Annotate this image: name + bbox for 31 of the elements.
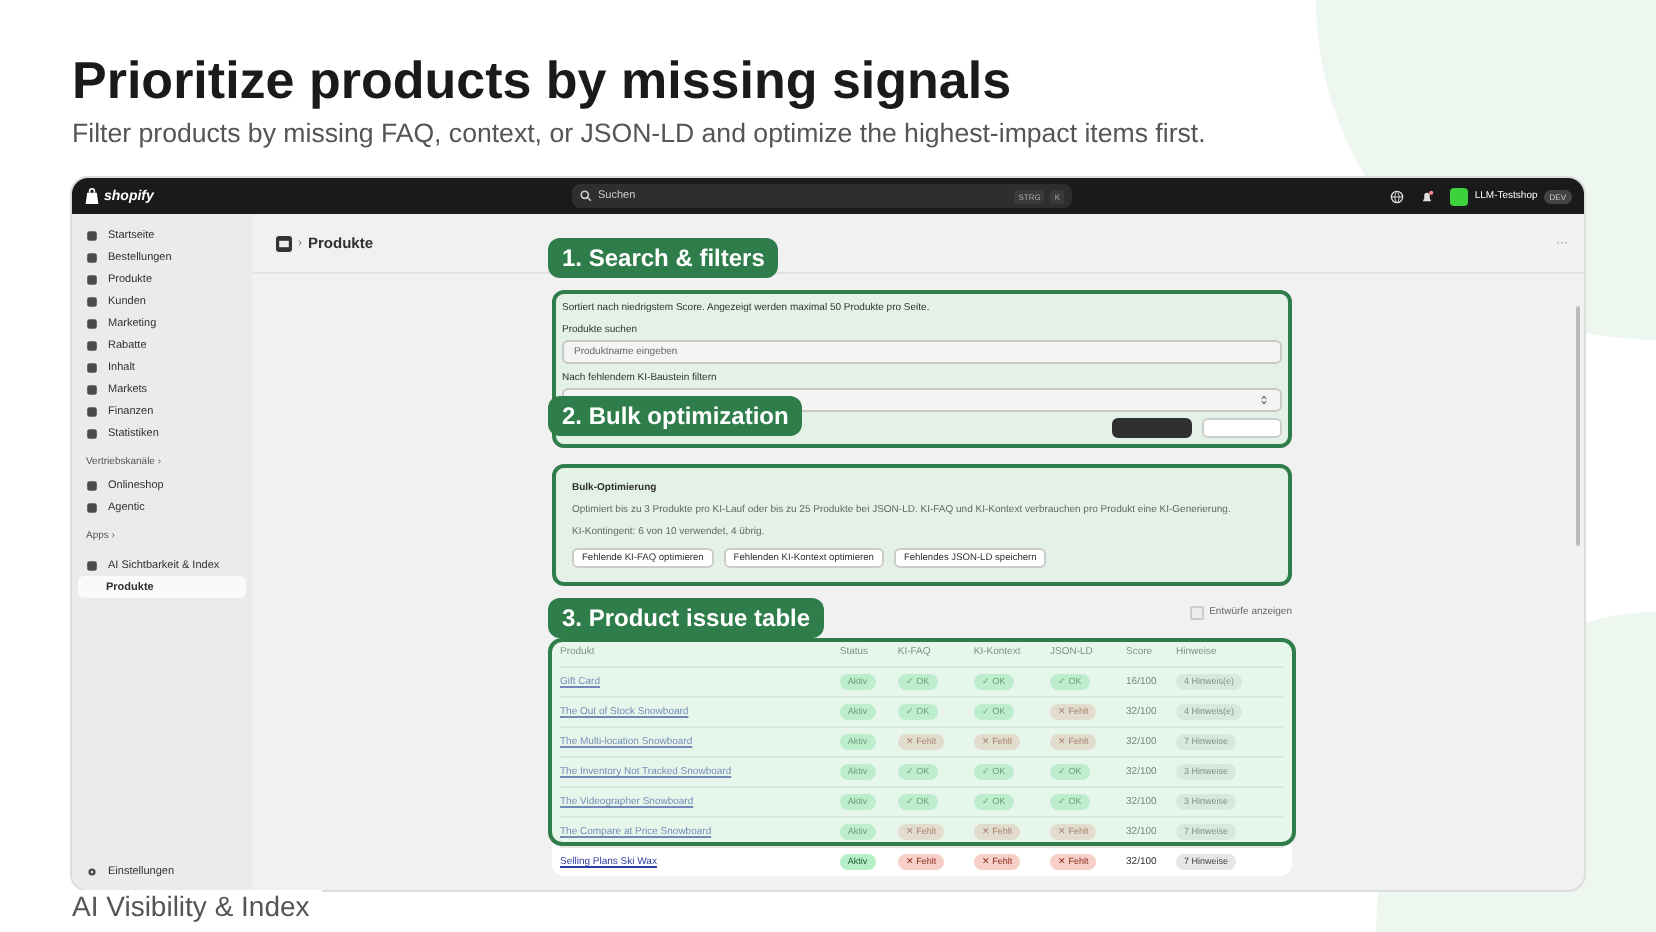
annotation-tooltip: 3. Product issue table: [548, 598, 825, 638]
square-icon: [86, 427, 98, 439]
chevron-updown-icon: [1258, 394, 1270, 406]
square-icon: [86, 361, 98, 373]
store-avatar: [1450, 187, 1469, 205]
gear-icon: [86, 865, 98, 877]
square-icon: [86, 317, 98, 329]
square-icon: [86, 339, 98, 351]
scrollbar[interactable]: [1576, 306, 1580, 546]
search-icon: [580, 190, 592, 202]
square-icon: [86, 229, 98, 241]
annotation-tooltip: 1. Search & filters: [548, 238, 779, 278]
footer-label: AI Visibility & Index: [72, 890, 322, 922]
square-icon: [86, 273, 98, 285]
checkbox[interactable]: [1189, 605, 1204, 619]
annotation-tooltip: 2. Bulk optimization: [548, 396, 803, 436]
bell-icon: [1420, 189, 1435, 203]
page-title: Prioritize products by missing signals: [72, 48, 1014, 110]
app-icon: [276, 235, 292, 251]
square-icon: [86, 383, 98, 395]
shopping-bag-icon: [84, 188, 100, 204]
square-icon: [86, 295, 98, 307]
square-icon: [86, 501, 98, 513]
page-subtitle: Filter products by missing FAQ, context, or JSON-LD and optimize the highest-impact items first.: [72, 118, 1208, 150]
globe-icon: [1390, 189, 1405, 203]
square-icon: [86, 405, 98, 417]
square-icon: [86, 559, 98, 571]
square-icon: [86, 251, 98, 263]
square-icon: [86, 479, 98, 491]
reset-button[interactable]: [1202, 418, 1282, 438]
apply-button[interactable]: [1112, 418, 1192, 438]
